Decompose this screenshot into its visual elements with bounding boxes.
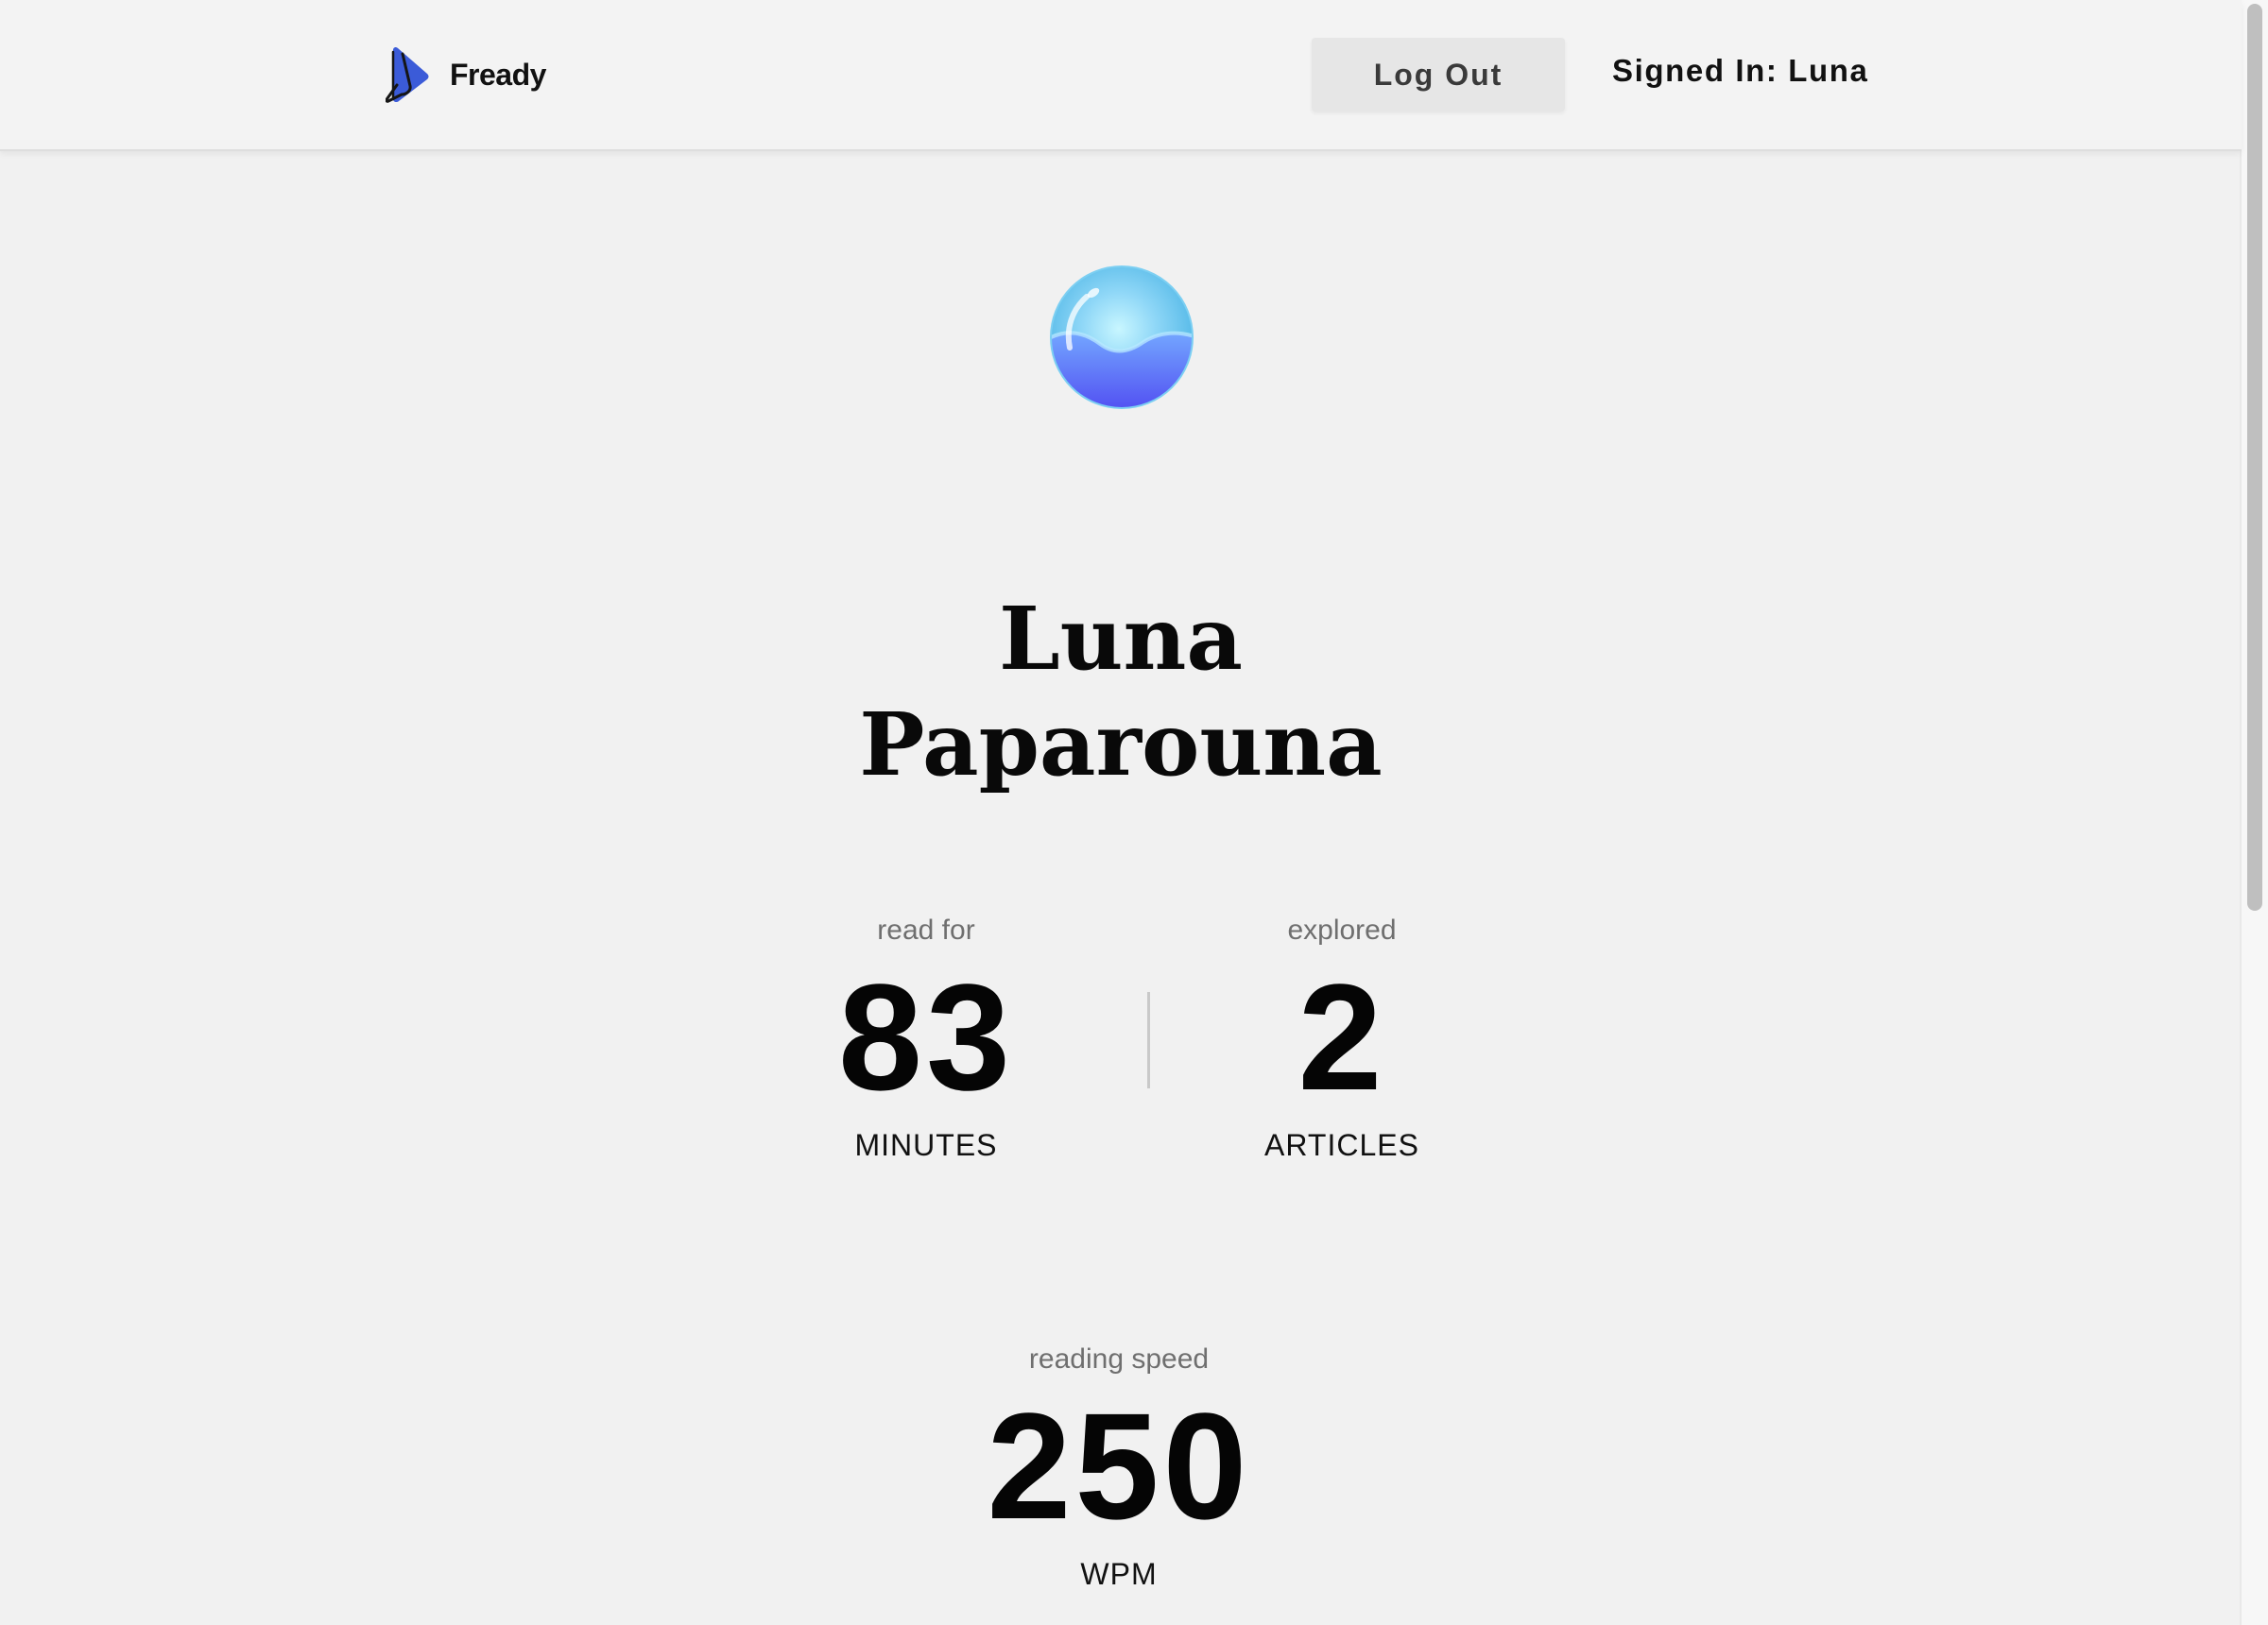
minutes-caption: read for (877, 915, 975, 946)
articles-caption: explored (1287, 915, 1397, 946)
brand-logo-link[interactable]: Fready (386, 43, 546, 106)
top-navigation-bar: Fready Log Out Signed In: Luna (0, 0, 2242, 151)
reading-speed-caption: reading speed (1028, 1343, 1210, 1375)
profile-last-name: Paparouna (859, 693, 1383, 795)
scrollbar-thumb[interactable] (2247, 4, 2262, 911)
brand-name: Fready (450, 57, 546, 92)
profile-page-content: Luna Paparouna read for 83 MINUTES explo… (0, 151, 2242, 1625)
articles-explored-stat: explored 2 ARTICLES (1143, 915, 1540, 1162)
log-out-button[interactable]: Log Out (1312, 38, 1565, 111)
minutes-value: 83 (838, 952, 1014, 1121)
profile-first-name: Luna (998, 588, 1244, 690)
reading-speed-value: 250 (987, 1381, 1251, 1550)
articles-value: 2 (1297, 952, 1386, 1121)
fready-play-logo-icon (386, 46, 429, 103)
minutes-read-stat: read for 83 MINUTES (728, 915, 1125, 1162)
articles-unit: ARTICLES (1264, 1128, 1419, 1162)
water-orb-avatar-icon (1050, 265, 1194, 409)
vertical-scrollbar[interactable] (2240, 0, 2268, 1625)
reading-speed-stat: reading speed 250 WPM (920, 1343, 1317, 1591)
minutes-unit: MINUTES (854, 1128, 998, 1162)
reading-speed-unit: WPM (1080, 1557, 1158, 1591)
signed-in-user-label: Signed In: Luna (1612, 53, 1869, 88)
profile-full-name: Luna Paparouna (743, 586, 1499, 797)
